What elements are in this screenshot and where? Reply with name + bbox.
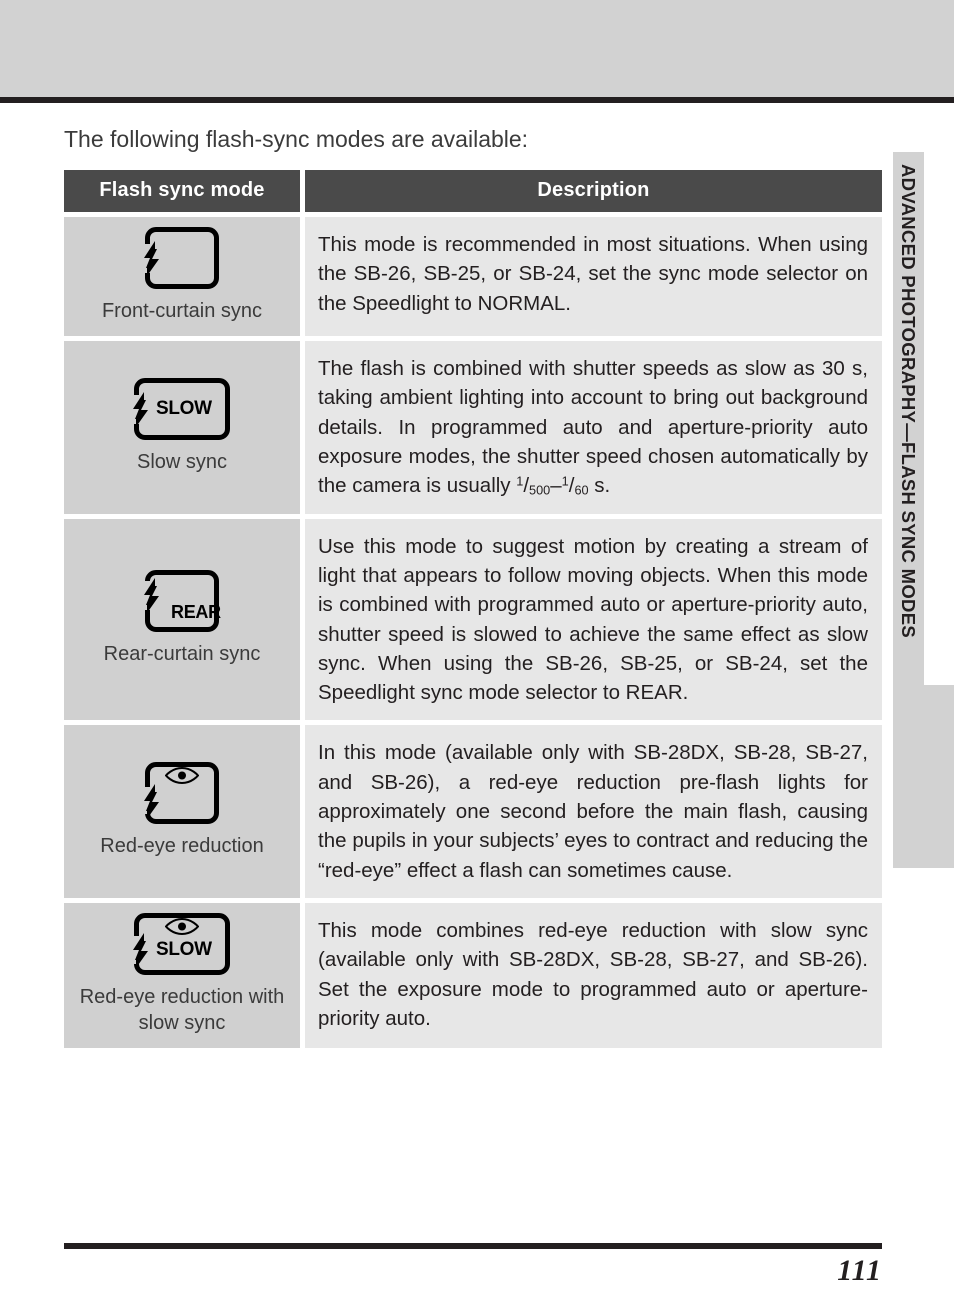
- mode-label: Red-eye reduction: [100, 835, 264, 858]
- page-top-band: [0, 0, 954, 97]
- slow-sync-icon: SLOW: [133, 377, 230, 440]
- lightning-bolt-icon: [133, 933, 148, 968]
- table-row: Red-eye reduction In this mode (availabl…: [64, 725, 882, 898]
- mode-label: Rear-curtain sync: [103, 643, 261, 665]
- rear-curtain-sync-icon: REAR: [144, 570, 221, 632]
- fraction-numerator-2: 1: [561, 473, 569, 489]
- mode-cell: Front-curtain sync: [64, 217, 300, 336]
- mode-label: Front-curtain sync: [101, 300, 263, 322]
- mode-cell: Red-eye reduction: [64, 725, 300, 898]
- description-cell: This mode combines red-eye reduction wit…: [305, 903, 882, 1048]
- description-text: The flash is combined with shutter speed…: [318, 354, 868, 501]
- page-bottom-rule: [64, 1243, 882, 1249]
- icon-word-slow: SLOW: [156, 397, 212, 419]
- description-cell: The flash is combined with shutter speed…: [305, 341, 882, 514]
- eye-icon: [165, 767, 199, 785]
- description-cell: Use this mode to suggest motion by creat…: [305, 518, 882, 721]
- mode-label: Red-eye reduction with slow sync: [79, 986, 285, 1034]
- lightning-bolt-icon: [144, 578, 159, 613]
- fraction-separator: –: [550, 474, 562, 498]
- lightning-bolt-icon: [144, 241, 159, 276]
- description-cell: This mode is recommended in most situati…: [305, 217, 882, 336]
- icon-word-rear: REAR: [171, 602, 221, 622]
- shutter-speed-fraction: 1/500–1/60: [516, 473, 589, 498]
- chapter-tab-block: [912, 685, 954, 868]
- table-row: Front-curtain sync This mode is recommen…: [64, 217, 882, 336]
- description-text: This mode combines red-eye reduction wit…: [318, 919, 868, 1030]
- mode-label: Slow sync: [136, 450, 228, 473]
- description-text: In this mode (available only with SB-28D…: [318, 741, 868, 882]
- eye-icon: [165, 918, 199, 935]
- fraction-numerator-1: 1: [516, 473, 524, 489]
- description-text-part2: s.: [588, 474, 611, 498]
- mode-cell: REAR Rear-curtain sync: [64, 518, 300, 721]
- fraction-denominator-1: 500: [529, 482, 551, 498]
- front-curtain-sync-icon: [144, 227, 219, 289]
- description-text: This mode is recommended in most situati…: [318, 233, 868, 315]
- table-row: REAR Rear-curtain sync Use this mode to …: [64, 518, 882, 721]
- page-number: 111: [837, 1254, 882, 1287]
- column-header-description: Description: [305, 170, 882, 212]
- mode-cell: SLOW Slow sync: [64, 341, 300, 514]
- column-header-mode: Flash sync mode: [64, 170, 300, 212]
- table-row: SLOW Slow sync The flash is combined wit…: [64, 341, 882, 514]
- fraction-denominator-2: 60: [574, 482, 589, 498]
- intro-sentence: The following flash-sync modes are avail…: [64, 126, 529, 152]
- mode-cell: SLOW Red-eye reduction with slow sync: [64, 903, 300, 1048]
- page-top-rule: [0, 97, 954, 103]
- table-row: SLOW Red-eye reduction with slow sync Th…: [64, 903, 882, 1048]
- lightning-bolt-icon: [144, 784, 159, 820]
- description-text: Use this mode to suggest motion by creat…: [318, 534, 868, 705]
- table-header-row: Flash sync mode Description: [64, 170, 882, 212]
- description-cell: In this mode (available only with SB-28D…: [305, 725, 882, 898]
- flash-sync-modes-table: Flash sync mode Description Front-curtai…: [64, 170, 882, 1053]
- red-eye-reduction-icon: [144, 762, 219, 825]
- lightning-bolt-icon: [133, 391, 148, 427]
- icon-word-slow: SLOW: [156, 939, 212, 960]
- red-eye-reduction-slow-sync-icon: SLOW: [133, 913, 230, 975]
